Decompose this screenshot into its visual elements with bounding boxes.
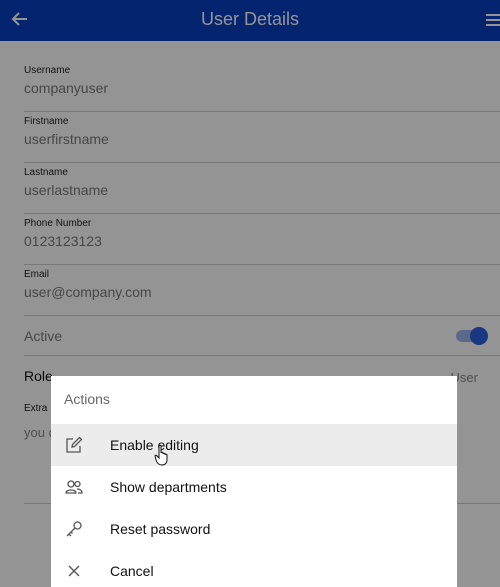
show-departments-label: Show departments <box>110 479 227 495</box>
cancel-label: Cancel <box>110 563 154 579</box>
hand-cursor-icon <box>154 444 168 466</box>
actions-sheet: Actions Enable editing Show departments … <box>51 376 457 587</box>
reset-password-action[interactable]: Reset password <box>51 508 457 550</box>
reset-password-label: Reset password <box>110 521 211 537</box>
actions-sheet-title: Actions <box>64 391 110 407</box>
cancel-action[interactable]: Cancel <box>51 550 457 587</box>
enable-editing-action[interactable]: Enable editing <box>51 424 457 466</box>
key-icon <box>66 521 82 537</box>
show-departments-action[interactable]: Show departments <box>51 466 457 508</box>
users-icon <box>65 480 83 494</box>
edit-icon <box>66 436 83 453</box>
close-icon <box>68 565 80 577</box>
